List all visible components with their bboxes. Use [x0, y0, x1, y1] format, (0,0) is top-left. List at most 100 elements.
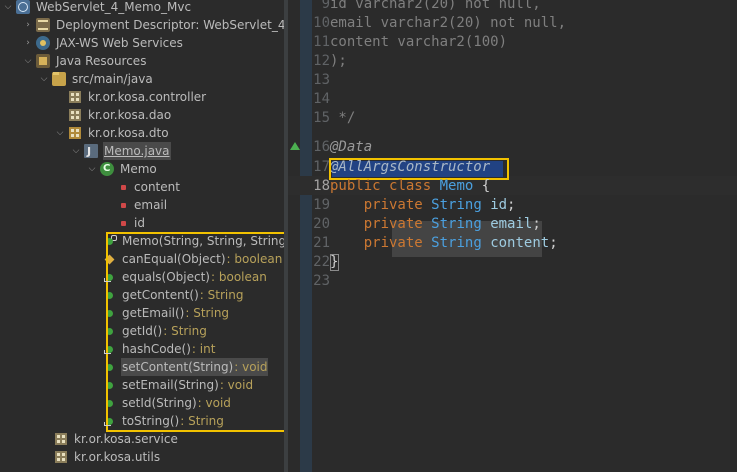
tree-item-label: setContent(String) — [121, 358, 235, 376]
return-type-label: : void — [197, 396, 231, 410]
private-field-icon — [118, 180, 128, 194]
code-line: ); — [330, 53, 347, 69]
tree-item-label: Java Resources — [56, 54, 147, 68]
tree-item[interactable]: Memo(String, String, String — [104, 232, 284, 250]
tree-item[interactable]: ⌵ WebServlet_4_Memo_Mvc — [2, 0, 192, 16]
line-number: 19 — [313, 197, 330, 213]
code-line-close-brace: } — [330, 254, 339, 270]
tree-item-label: id — [134, 216, 145, 230]
line-number: 10 — [313, 15, 330, 31]
code-line-field-email: private String email; — [330, 215, 541, 234]
public-method-icon — [104, 360, 116, 374]
collapse-chevron-icon[interactable]: ⌵ — [54, 124, 66, 142]
tree-item-label: src/main/java — [72, 72, 153, 86]
tree-item[interactable]: email — [104, 196, 168, 214]
tree-item[interactable]: canEqual(Object) : boolean — [104, 250, 282, 268]
line-number: 14 — [313, 91, 330, 107]
public-method-icon — [104, 396, 116, 410]
tree-item-label: equals(Object) — [122, 270, 210, 284]
type-name: String — [431, 216, 482, 232]
line-number: 17 — [313, 159, 330, 175]
code-line-annotation-data: @Data — [330, 139, 373, 155]
code-line: id varchar2(20) not null, — [330, 0, 541, 12]
public-method-icon — [104, 378, 116, 392]
line-number: 15 — [313, 110, 330, 126]
tree-item[interactable]: content — [104, 178, 181, 196]
tree-item[interactable]: kr.or.kosa.controller — [54, 88, 207, 106]
tree-item[interactable]: kr.or.kosa.utils — [54, 448, 161, 466]
line-number: 21 — [313, 235, 330, 251]
collapse-chevron-icon[interactable]: ⌵ — [22, 52, 34, 70]
class-icon — [100, 162, 114, 176]
public-method-icon — [104, 306, 116, 320]
private-field-icon — [118, 216, 128, 230]
java-resources-icon — [36, 54, 50, 68]
tree-item[interactable]: setContent(String) : void — [104, 358, 268, 376]
keyword: private — [363, 197, 423, 213]
type-name: String — [431, 197, 482, 213]
descriptor-icon — [36, 18, 50, 32]
protected-method-icon — [104, 252, 116, 266]
tree-item-label: getContent() — [122, 288, 199, 302]
package-icon — [68, 90, 82, 104]
override-method-icon — [104, 414, 116, 428]
expand-chevron-icon[interactable]: › — [22, 16, 34, 34]
tree-item[interactable]: ⌵ Java Resources — [22, 52, 147, 70]
tree-item-label: email — [134, 198, 168, 212]
tree-item-label: Memo.java — [103, 142, 171, 160]
return-type-label: : String — [163, 324, 207, 338]
override-marker-icon[interactable] — [290, 142, 300, 152]
tree-item[interactable]: ⌵ src/main/java — [38, 70, 154, 88]
tree-item[interactable]: kr.or.kosa.dao — [54, 106, 172, 124]
return-type-label: : boolean — [211, 270, 267, 284]
tree-item[interactable]: id — [104, 214, 146, 232]
field-name: id — [490, 197, 508, 213]
line-number: 12 — [313, 53, 330, 69]
tree-item-label: getId() — [122, 324, 163, 338]
tree-item[interactable]: kr.or.kosa.service — [54, 430, 179, 448]
collapse-chevron-icon[interactable]: ⌵ — [2, 0, 14, 16]
tree-item[interactable]: setId(String) : void — [104, 394, 231, 412]
tree-item[interactable]: setEmail(String) : void — [104, 376, 253, 394]
collapse-chevron-icon[interactable]: ⌵ — [70, 142, 82, 160]
line-number: 23 — [313, 273, 330, 289]
package-icon — [68, 108, 82, 122]
line-number: 22 — [313, 254, 330, 270]
tree-item-label: kr.or.kosa.utils — [74, 450, 161, 464]
keyword: private — [363, 235, 423, 251]
code-line-field-content: private String content; — [330, 234, 558, 253]
tree-item[interactable]: getEmail() : String — [104, 304, 229, 322]
semicolon: ; — [507, 197, 516, 213]
return-type-label: : String — [180, 414, 224, 428]
collapse-chevron-icon[interactable]: ⌵ — [86, 160, 98, 178]
return-type-label: : void — [234, 358, 268, 376]
tree-item[interactable]: ⌵ kr.or.kosa.dto — [54, 124, 170, 142]
code-line: */ — [330, 110, 356, 126]
tree-item-label: Deployment Descriptor: WebServlet_4_Me — [56, 18, 284, 32]
tree-item-label: setId(String) — [122, 396, 197, 410]
tree-item-label: WebServlet_4_Memo_Mvc — [36, 0, 192, 14]
override-method-icon — [104, 342, 116, 356]
override-method-icon — [104, 270, 116, 284]
tree-item[interactable]: ⌵ Memo — [86, 160, 158, 178]
tree-item[interactable]: toString() : String — [104, 412, 224, 430]
code-editor[interactable]: 9 10 11 12 13 14 15 16 17 18 19 20 21 22… — [288, 0, 737, 472]
tree-item[interactable]: getContent() : String — [104, 286, 243, 304]
tree-item-label: toString() — [122, 414, 180, 428]
tree-item[interactable]: › Deployment Descriptor: WebServlet_4_Me — [22, 16, 284, 34]
tree-item[interactable]: › JAX-WS Web Services — [22, 34, 184, 52]
tree-item[interactable]: hashCode() : int — [104, 340, 215, 358]
tree-item-label: JAX-WS Web Services — [56, 36, 183, 50]
tree-item[interactable]: equals(Object) : boolean — [104, 268, 267, 286]
return-type-label: : int — [191, 342, 216, 356]
tree-item[interactable]: ⌵ Memo.java — [70, 142, 171, 161]
line-number: 9 — [321, 0, 330, 12]
tree-item[interactable]: getId() : String — [104, 322, 207, 340]
brace: { — [481, 178, 491, 194]
java-file-icon — [84, 143, 98, 161]
line-number: 20 — [313, 216, 330, 232]
expand-chevron-icon[interactable]: › — [22, 34, 34, 52]
package-icon — [68, 126, 82, 140]
tree-item-label: hashCode() — [122, 342, 191, 356]
collapse-chevron-icon[interactable]: ⌵ — [38, 70, 50, 88]
